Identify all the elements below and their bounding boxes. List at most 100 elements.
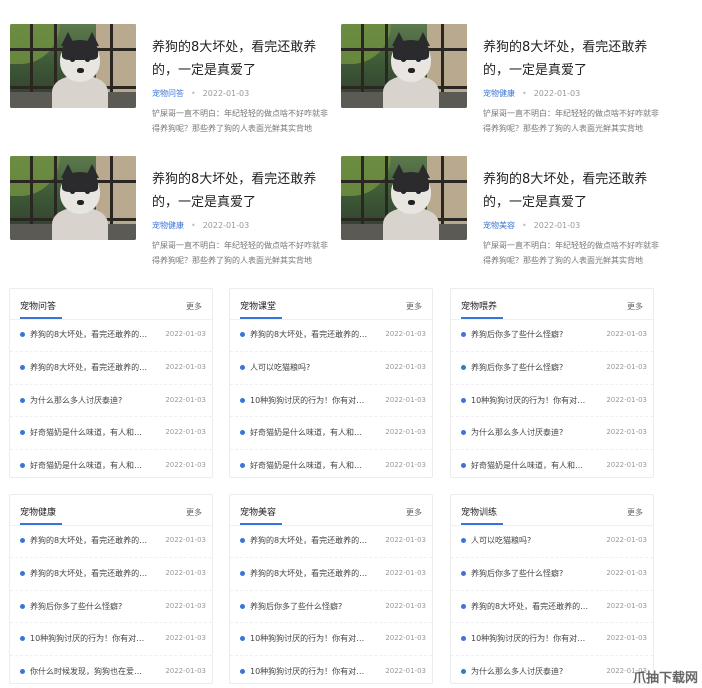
article-tag[interactable]: 宠物问答: [152, 89, 184, 98]
list-item-date: 2022-01-03: [385, 536, 426, 544]
category-title[interactable]: 宠物喂养: [461, 299, 497, 312]
list-item[interactable]: 养狗后你多了些什么怪癖? 2022-01-03: [451, 319, 653, 352]
list-item-title[interactable]: 养狗后你多了些什么怪癖?: [250, 601, 368, 612]
list-item-title[interactable]: 为什么那么多人讨厌泰迪?: [30, 395, 148, 406]
list-item-date: 2022-01-03: [606, 536, 647, 544]
article-title[interactable]: 养狗的8大坏处，看完还敢养的，一定是真爱了: [152, 168, 330, 214]
article-tag[interactable]: 宠物健康: [483, 89, 515, 98]
category-title[interactable]: 宠物训练: [461, 505, 497, 518]
list-item-title[interactable]: 好奇猫奶是什么味道，有人和我一样...: [30, 460, 148, 471]
list-item-title[interactable]: 10种狗狗讨厌的行为！你有对狗狗...: [250, 666, 368, 677]
article-card[interactable]: 养狗的8大坏处，看完还敢养的，一定是真爱了 宠物问答 • 2022-01-03 铲屎…: [10, 24, 330, 134]
list-item[interactable]: 人可以吃猫粮吗? 2022-01-03: [230, 352, 432, 385]
list-item[interactable]: 养狗的8大坏处，看完还敢养的，一... 2022-01-03: [230, 558, 432, 591]
list-item[interactable]: 养狗的8大坏处，看完还敢养的，一... 2022-01-03: [230, 319, 432, 352]
list-item-title[interactable]: 养狗的8大坏处，看完还敢养的，一...: [30, 362, 148, 373]
list-item[interactable]: 养狗的8大坏处，看完还敢养的，一... 2022-01-03: [10, 319, 212, 352]
list-item[interactable]: 养狗后你多了些什么怪癖? 2022-01-03: [230, 591, 432, 624]
list-item-title[interactable]: 养狗的8大坏处，看完还敢养的，一...: [250, 535, 368, 546]
list-item[interactable]: 好奇猫奶是什么味道，有人和我一样... 2022-01-03: [230, 417, 432, 451]
list-item[interactable]: 10种狗狗讨厌的行为！你有对狗狗... 2022-01-03: [451, 623, 653, 657]
category-title[interactable]: 宠物课堂: [240, 299, 276, 312]
list-item-title[interactable]: 养狗的8大坏处，看完还敢养的，一...: [30, 329, 148, 340]
list-item[interactable]: 为什么那么多人讨厌泰迪? 2022-01-03: [10, 385, 212, 418]
list-item-title[interactable]: 好奇猫奶是什么味道，有人和我一样...: [250, 460, 368, 471]
more-link[interactable]: 更多: [406, 507, 422, 518]
more-link[interactable]: 更多: [186, 507, 202, 518]
list-item-date: 2022-01-03: [385, 634, 426, 643]
list-item[interactable]: 10种狗狗讨厌的行为！你有对狗狗... 2022-01-03: [230, 656, 432, 688]
list-item[interactable]: 好奇猫奶是什么味道，有人和我一样... 2022-01-03: [10, 417, 212, 451]
article-meta: 宠物美容 • 2022-01-03: [483, 221, 581, 230]
more-link[interactable]: 更多: [627, 301, 643, 312]
more-link[interactable]: 更多: [406, 301, 422, 312]
list-item-title[interactable]: 为什么那么多人讨厌泰迪?: [471, 666, 589, 677]
list-item-title[interactable]: 养狗的8大坏处，看完还敢养的，一...: [250, 329, 368, 340]
list-item[interactable]: 好奇猫奶是什么味道，有人和我一样... 2022-01-03: [451, 450, 653, 482]
list-item-title[interactable]: 10种狗狗讨厌的行为！你有对狗狗...: [471, 395, 589, 406]
list-item-date: 2022-01-03: [385, 667, 426, 676]
list-item[interactable]: 养狗的8大坏处，看完还敢养的，一... 2022-01-03: [451, 591, 653, 624]
category-box-feeding: 宠物喂养 更多 养狗后你多了些什么怪癖? 2022-01-03 养狗后你多了些什么…: [450, 288, 654, 478]
category-title[interactable]: 宠物美容: [240, 505, 276, 518]
article-tag[interactable]: 宠物健康: [152, 221, 184, 230]
list-item[interactable]: 为什么那么多人讨厌泰迪? 2022-01-03: [451, 417, 653, 451]
list-item[interactable]: 10种狗狗讨厌的行为！你有对狗狗... 2022-01-03: [10, 623, 212, 657]
article-title[interactable]: 养狗的8大坏处，看完还敢养的，一定是真爱了: [483, 168, 661, 214]
more-link[interactable]: 更多: [186, 301, 202, 312]
list-item[interactable]: 养狗后你多了些什么怪癖? 2022-01-03: [451, 558, 653, 591]
article-card[interactable]: 养狗的8大坏处，看完还敢养的，一定是真爱了 宠物健康 • 2022-01-03 铲屎…: [10, 156, 330, 266]
list-item-title[interactable]: 养狗后你多了些什么怪癖?: [471, 329, 589, 340]
article-title[interactable]: 养狗的8大坏处，看完还敢养的，一定是真爱了: [152, 36, 330, 82]
list-item-title[interactable]: 你什么时候发现，狗狗也在爱着你?: [30, 666, 148, 677]
list-item-title[interactable]: 好奇猫奶是什么味道，有人和我一样...: [250, 427, 368, 438]
bullet-icon: [240, 636, 245, 642]
bullet-icon: [240, 332, 245, 337]
list-item-title[interactable]: 为什么那么多人讨厌泰迪?: [471, 427, 589, 438]
list-item[interactable]: 养狗后你多了些什么怪癖? 2022-01-03: [10, 591, 212, 624]
list-item-title[interactable]: 好奇猫奶是什么味道，有人和我一样...: [471, 460, 589, 471]
category-title[interactable]: 宠物问答: [20, 299, 56, 312]
list-item[interactable]: 为什么那么多人讨厌泰迪? 2022-01-03: [451, 656, 653, 688]
list-item[interactable]: 养狗的8大坏处，看完还敢养的，一... 2022-01-03: [10, 352, 212, 385]
category-header: 宠物美容 更多: [230, 495, 432, 526]
article-date: 2022-01-03: [533, 221, 581, 230]
list-item-title[interactable]: 养狗后你多了些什么怪癖?: [471, 362, 589, 373]
list-item-title[interactable]: 人可以吃猫粮吗?: [471, 535, 589, 546]
list-item[interactable]: 好奇猫奶是什么味道，有人和我一样... 2022-01-03: [230, 450, 432, 482]
list-item[interactable]: 10种狗狗讨厌的行为！你有对狗狗... 2022-01-03: [230, 623, 432, 657]
article-thumbnail[interactable]: [341, 156, 467, 240]
list-item-title[interactable]: 养狗后你多了些什么怪癖?: [30, 601, 148, 612]
list-item[interactable]: 养狗后你多了些什么怪癖? 2022-01-03: [451, 352, 653, 385]
list-item[interactable]: 养狗的8大坏处，看完还敢养的，一... 2022-01-03: [10, 558, 212, 591]
article-tag[interactable]: 宠物美容: [483, 221, 515, 230]
article-thumbnail[interactable]: [341, 24, 467, 108]
article-title[interactable]: 养狗的8大坏处，看完还敢养的，一定是真爱了: [483, 36, 661, 82]
list-item-title[interactable]: 10种狗狗讨厌的行为！你有对狗狗...: [250, 633, 368, 644]
list-item-title[interactable]: 养狗的8大坏处，看完还敢养的，一...: [30, 535, 148, 546]
list-item-title[interactable]: 10种狗狗讨厌的行为！你有对狗狗...: [471, 633, 589, 644]
list-item-title[interactable]: 养狗的8大坏处，看完还敢养的，一...: [250, 568, 368, 579]
more-link[interactable]: 更多: [627, 507, 643, 518]
list-item-title[interactable]: 人可以吃猫粮吗?: [250, 362, 368, 373]
article-card[interactable]: 养狗的8大坏处，看完还敢养的，一定是真爱了 宠物健康 • 2022-01-03 铲屎…: [341, 24, 661, 134]
list-item-title[interactable]: 10种狗狗讨厌的行为！你有对狗狗...: [250, 395, 368, 406]
category-title[interactable]: 宠物健康: [20, 505, 56, 518]
list-item-title[interactable]: 好奇猫奶是什么味道，有人和我一样...: [30, 427, 148, 438]
list-item-title[interactable]: 10种狗狗讨厌的行为！你有对狗狗...: [30, 633, 148, 644]
list-item[interactable]: 好奇猫奶是什么味道，有人和我一样... 2022-01-03: [10, 450, 212, 482]
list-item[interactable]: 人可以吃猫粮吗? 2022-01-03: [451, 525, 653, 558]
list-item[interactable]: 10种狗狗讨厌的行为！你有对狗狗... 2022-01-03: [451, 385, 653, 418]
list-item[interactable]: 养狗的8大坏处，看完还敢养的，一... 2022-01-03: [230, 525, 432, 558]
article-card[interactable]: 养狗的8大坏处，看完还敢养的，一定是真爱了 宠物美容 • 2022-01-03 铲屎…: [341, 156, 661, 266]
list-item-title[interactable]: 养狗后你多了些什么怪癖?: [471, 568, 589, 579]
article-thumbnail[interactable]: [10, 24, 136, 108]
article-thumbnail[interactable]: [10, 156, 136, 240]
list-item[interactable]: 养狗的8大坏处，看完还敢养的，一... 2022-01-03: [10, 525, 212, 558]
list-item-title[interactable]: 养狗的8大坏处，看完还敢养的，一...: [30, 568, 148, 579]
list-item[interactable]: 你什么时候发现，狗狗也在爱着你? 2022-01-03: [10, 656, 212, 688]
list-item[interactable]: 10种狗狗讨厌的行为！你有对狗狗... 2022-01-03: [230, 385, 432, 418]
list-item-date: 2022-01-03: [606, 634, 647, 643]
list-item-title[interactable]: 养狗的8大坏处，看完还敢养的，一...: [471, 601, 589, 612]
bullet-icon: [461, 332, 466, 337]
